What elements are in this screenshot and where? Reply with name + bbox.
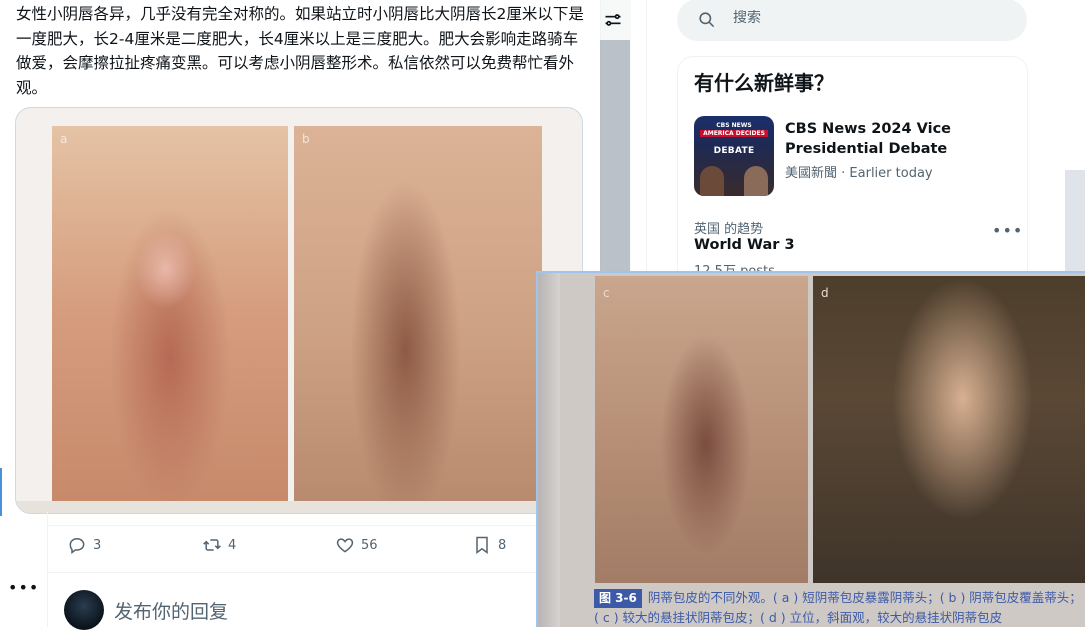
- thumb-figure: [700, 166, 724, 196]
- media-bottom-strip: [16, 501, 582, 513]
- figure-tag: 图 3-6: [594, 589, 642, 608]
- divider: [47, 512, 48, 627]
- photo-label-c: c: [603, 286, 610, 300]
- avatar[interactable]: [64, 590, 104, 630]
- right-edge-shade: [1065, 170, 1085, 272]
- news-thumbnail[interactable]: CBS NEWS AMERICA DECIDES DEBATE: [694, 116, 774, 196]
- media-photo-b[interactable]: b: [294, 126, 542, 501]
- retweet-count: 4: [228, 537, 237, 553]
- bookmark-button[interactable]: 8: [472, 535, 506, 555]
- reply-input[interactable]: 发布你的回复: [114, 597, 228, 624]
- window-edge-accent: [0, 468, 2, 516]
- reply-count: 3: [93, 537, 102, 553]
- tweet-action-bar: 3 4 56 8: [67, 535, 537, 563]
- thumb-line: CBS NEWS: [716, 122, 752, 129]
- news-source: 美國新聞: [785, 166, 838, 181]
- search-icon: [699, 12, 715, 28]
- thumb-figure: [744, 166, 768, 196]
- sidebar-more-icon[interactable]: •••: [8, 578, 39, 597]
- divider: [48, 572, 600, 573]
- news-title[interactable]: CBS News 2024 Vice Presidential Debate: [785, 119, 1015, 159]
- media-photo-a[interactable]: a: [52, 126, 288, 501]
- column-separator: [646, 0, 647, 272]
- trend-more-icon[interactable]: •••: [992, 221, 1023, 240]
- reply-button[interactable]: 3: [67, 535, 101, 555]
- photo-label-d: d: [821, 286, 829, 300]
- like-count: 56: [361, 537, 378, 553]
- tweet-column: 女性小阴唇各异，几乎没有完全对称的。如果站立时小阴唇比大阴唇长2厘米以下是一度肥…: [0, 0, 600, 630]
- retweet-icon: [203, 539, 221, 551]
- figure-caption-text: 阴蒂包皮的不同外观。( a ) 短阴蒂包皮暴露阴蒂头；( b ) 阴蒂包皮覆盖蒂…: [594, 590, 1082, 625]
- bookmark-count: 8: [498, 537, 507, 553]
- divider: [48, 525, 600, 526]
- scan-photo-d: d: [813, 276, 1085, 583]
- photo-label-a: a: [60, 132, 68, 146]
- tweet-media[interactable]: a b: [15, 107, 583, 514]
- photo-label-b: b: [302, 132, 310, 146]
- news-time: Earlier today: [849, 166, 933, 181]
- scan-shadow: [538, 273, 560, 627]
- retweet-button[interactable]: 4: [202, 535, 236, 555]
- middle-gutter-shade: [600, 40, 630, 272]
- scan-photo-c: c: [595, 276, 808, 583]
- heart-icon: [336, 538, 354, 553]
- like-button[interactable]: 56: [335, 535, 378, 555]
- figure-caption: 图 3-6 阴蒂包皮的不同外观。( a ) 短阴蒂包皮暴露阴蒂头；( b ) 阴蒂…: [594, 588, 1084, 627]
- search-box[interactable]: [677, 0, 1027, 41]
- whats-happening-heading: 有什么新鲜事？: [694, 71, 834, 95]
- filter-sliders-icon[interactable]: [603, 10, 623, 30]
- overlay-book-scan: c d 图 3-6 阴蒂包皮的不同外观。( a ) 短阴蒂包皮暴露阴蒂头；( b …: [536, 271, 1085, 627]
- thumb-line: AMERICA DECIDES: [700, 130, 768, 137]
- news-meta: 美國新聞 · Earlier today: [785, 162, 933, 181]
- tweet-text: 女性小阴唇各异，几乎没有完全对称的。如果站立时小阴唇比大阴唇长2厘米以下是一度肥…: [16, 5, 584, 97]
- trend-name[interactable]: World War 3: [694, 237, 795, 253]
- thumb-line: DEBATE: [713, 146, 755, 156]
- search-input[interactable]: [733, 10, 973, 26]
- whats-happening-card: 有什么新鲜事？ CBS NEWS AMERICA DECIDES DEBATE …: [677, 56, 1028, 298]
- reply-icon: [69, 537, 85, 554]
- trend-context: 英国 的趋势: [694, 222, 764, 237]
- bookmark-icon: [476, 536, 488, 554]
